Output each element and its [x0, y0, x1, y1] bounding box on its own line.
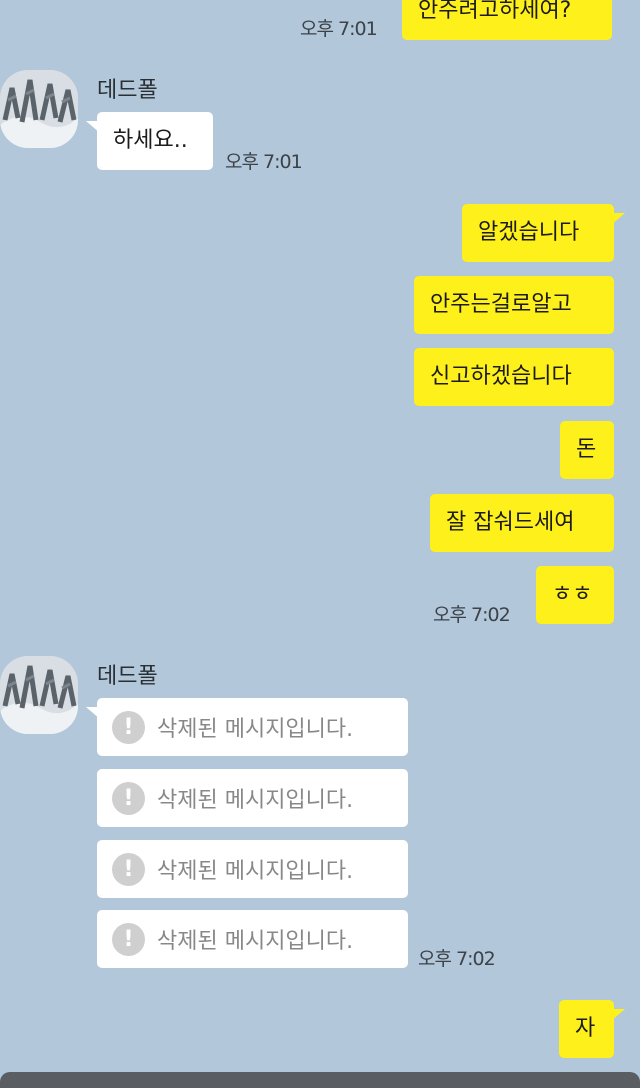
deleted-message-text: 삭제된 메시지입니다.	[157, 717, 354, 742]
exclamation-icon: !	[112, 781, 145, 815]
message-time: 오후 7:01	[225, 151, 303, 173]
my-message-bubble[interactable]: 신고하겠습니다	[414, 348, 614, 406]
message-text: 알겠습니다	[478, 220, 580, 245]
message-text: 돈	[576, 437, 597, 462]
my-message-bubble[interactable]: 알겠습니다	[462, 204, 625, 262]
deleted-message-bubble[interactable]: ! 삭제된 메시지입니다.	[97, 910, 408, 968]
my-message-bubble[interactable]: 돈	[560, 421, 614, 479]
exclamation-icon: !	[112, 922, 145, 956]
sender-name: 데드폴	[97, 78, 158, 103]
avatar[interactable]	[0, 70, 78, 148]
sender-name: 데드폴	[97, 664, 158, 689]
message-text: ㅎㅎ	[552, 582, 593, 607]
avatar[interactable]	[0, 656, 78, 734]
message-time: 오후 7:02	[433, 604, 511, 626]
message-text: 자	[575, 1016, 596, 1041]
exclamation-icon: !	[112, 852, 145, 886]
deleted-message-bubble[interactable]: ! 삭제된 메시지입니다.	[97, 769, 408, 827]
profile-photo-icon	[0, 70, 78, 148]
message-time: 오후 7:01	[300, 18, 378, 40]
deleted-message-bubble[interactable]: ! 삭제된 메시지입니다.	[86, 698, 408, 756]
deleted-message-text: 삭제된 메시지입니다.	[157, 929, 354, 954]
input-bar[interactable]	[0, 1072, 640, 1088]
exclamation-icon: !	[112, 710, 145, 744]
message-text: 안주려고하세여?	[418, 0, 572, 23]
message-text: 잘 잡숴드세여	[446, 510, 575, 535]
my-message-bubble[interactable]: 안주는걸로알고	[414, 276, 614, 334]
deleted-message-bubble[interactable]: ! 삭제된 메시지입니다.	[97, 840, 408, 898]
my-message-bubble[interactable]: 안주려고하세여?	[402, 0, 612, 40]
their-message-bubble[interactable]: 하세요..	[86, 112, 213, 170]
message-time: 오후 7:02	[418, 948, 496, 970]
my-message-bubble[interactable]: 자	[559, 1000, 625, 1058]
deleted-message-text: 삭제된 메시지입니다.	[157, 859, 354, 884]
message-text: 하세요..	[113, 128, 188, 153]
my-message-bubble[interactable]: ㅎㅎ	[536, 566, 614, 624]
deleted-message-text: 삭제된 메시지입니다.	[157, 788, 354, 813]
message-text: 신고하겠습니다	[430, 364, 572, 389]
profile-photo-icon	[0, 656, 78, 734]
message-text: 안주는걸로알고	[430, 292, 572, 317]
my-message-bubble[interactable]: 잘 잡숴드세여	[430, 494, 614, 552]
